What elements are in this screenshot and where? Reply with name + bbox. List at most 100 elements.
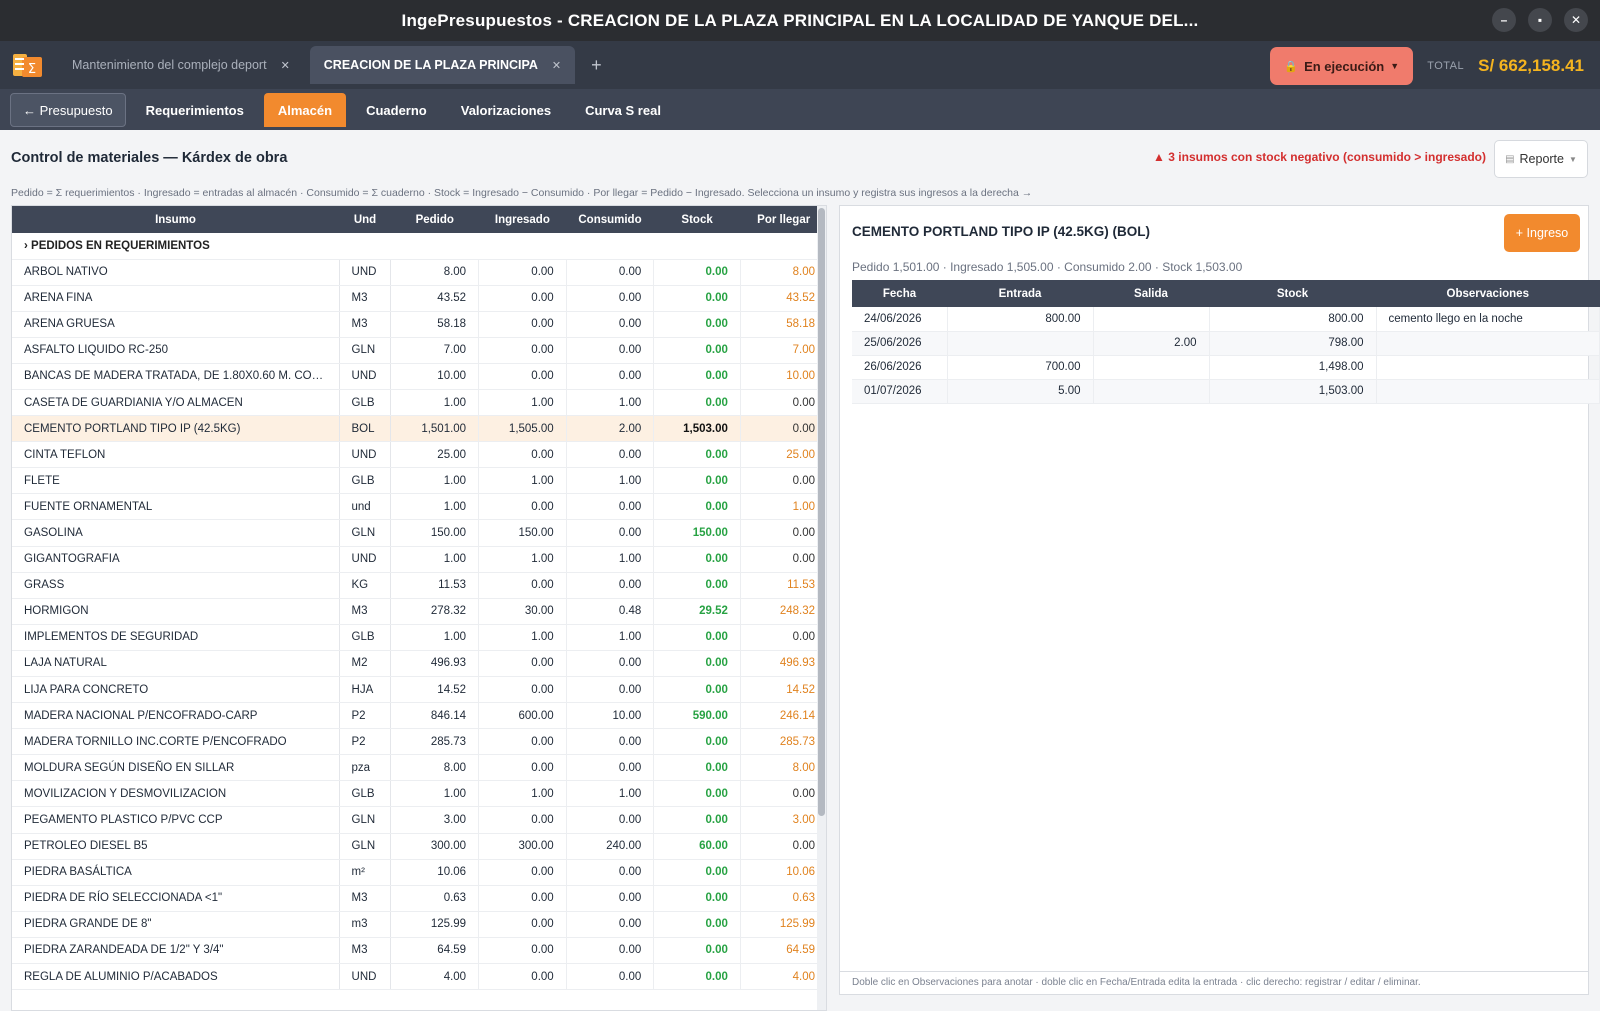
material-por-llegar: 0.00	[739, 389, 826, 417]
kardex-entrada[interactable]: 5.00	[947, 379, 1094, 404]
material-pedido: 14.52	[390, 676, 479, 704]
col-und[interactable]: Und	[339, 206, 391, 233]
col-consumido[interactable]: Consumido	[566, 206, 654, 233]
kardex-fecha[interactable]: 01/07/2026	[852, 379, 948, 404]
material-row[interactable]: LIJA PARA CONCRETO HJA 14.52 0.00 0.00 0.00 14…	[12, 676, 826, 704]
kardex-entrada[interactable]	[947, 331, 1094, 356]
tab-close-icon[interactable]: ✕	[552, 59, 561, 72]
material-row[interactable]: GASOLINA GLN 150.00 150.00 0.00 150.00 0.00	[12, 519, 826, 547]
material-row[interactable]: FLETE GLB 1.00 1.00 1.00 0.00 0.00	[12, 467, 826, 495]
kardex-observacion[interactable]: cemento llego en la noche	[1376, 307, 1600, 332]
material-row[interactable]: MOVILIZACION Y DESMOVILIZACION GLB 1.00 1.0…	[12, 780, 826, 808]
material-ingresado: 1.00	[478, 780, 567, 808]
material-stock: 0.00	[653, 911, 741, 938]
material-pedido: 4.00	[390, 963, 479, 991]
col-insumo[interactable]: Insumo	[12, 206, 340, 233]
material-row[interactable]: CINTA TEFLON UND 25.00 0.00 0.00 0.00 25.00	[12, 441, 826, 469]
material-row[interactable]: ARENA FINA M3 43.52 0.00 0.00 0.00 43.52	[12, 285, 826, 312]
material-row[interactable]: PETROLEO DIESEL B5 GLN 300.00 300.00 240.00 6…	[12, 833, 826, 860]
material-row[interactable]: CEMENTO PORTLAND TIPO IP (42.5KG) BOL 1,50…	[12, 415, 826, 443]
doc-tab-plaza[interactable]: CREACION DE LA PLAZA PRINCIPA ✕	[309, 46, 576, 84]
material-row[interactable]: IMPLEMENTOS DE SEGURIDAD GLB 1.00 1.00 1.00 0…	[12, 624, 826, 651]
kardex-salida[interactable]	[1093, 355, 1210, 380]
tab-cuaderno[interactable]: Cuaderno	[352, 93, 441, 127]
add-tab-icon[interactable]: +	[591, 55, 602, 76]
material-row[interactable]: GRASS KG 11.53 0.00 0.00 0.00 11.53	[12, 572, 826, 599]
kardex-stock[interactable]: 1,503.00	[1209, 379, 1377, 404]
material-row[interactable]: BANCAS DE MADERA TRATADA, DE 1.80X0.60 M…	[12, 363, 826, 390]
material-row[interactable]: MADERA NACIONAL P/ENCOFRADO-CARP P2 846.14…	[12, 702, 826, 730]
kardex-fecha[interactable]: 25/06/2026	[852, 331, 948, 356]
status-dropdown[interactable]: 🔒 En ejecución ▼	[1270, 47, 1414, 85]
scrollbar[interactable]	[817, 206, 826, 1010]
report-button[interactable]: ▤ Reporte ▼	[1494, 140, 1588, 178]
tab-close-icon[interactable]: ✕	[281, 59, 290, 72]
tab-valorizaciones[interactable]: Valorizaciones	[447, 93, 565, 127]
tab-requerimientos[interactable]: Requerimientos	[132, 93, 258, 127]
material-ingresado: 0.00	[478, 911, 567, 938]
material-consumido: 0.00	[565, 285, 654, 312]
material-row[interactable]: REGLA DE ALUMINIO P/ACABADOS UND 4.00 0.00 0…	[12, 963, 826, 991]
material-row[interactable]: PIEDRA BASÁLTICA m² 10.06 0.00 0.00 0.00 10.06	[12, 859, 826, 886]
kardex-salida[interactable]	[1093, 379, 1210, 404]
kardex-row[interactable]: 24/06/2026 800.00 800.00 cemento llego en l…	[852, 307, 1600, 332]
material-row[interactable]: MADERA TORNILLO INC.CORTE P/ENCOFRADO P2 2…	[12, 728, 826, 756]
col-por-llegar[interactable]: Por llegar	[740, 206, 826, 233]
col-ingresado[interactable]: Ingresado	[478, 206, 567, 233]
material-row[interactable]: PEGAMENTO PLASTICO P/PVC CCP GLN 3.00 0.00 0…	[12, 806, 826, 834]
material-ingresado: 0.00	[478, 259, 567, 286]
material-row[interactable]: GIGANTOGRAFIA UND 1.00 1.00 1.00 0.00 0.00	[12, 546, 826, 573]
kardex-observacion[interactable]	[1376, 355, 1600, 380]
tab-curva-s-real[interactable]: Curva S real	[571, 93, 675, 127]
material-row[interactable]: PIEDRA ZARANDEADA DE 1/2" Y 3/4" M3 64.59 0…	[12, 937, 826, 965]
material-ingresado: 0.00	[478, 493, 567, 521]
kardex-observacion[interactable]	[1376, 379, 1600, 404]
kardex-row[interactable]: 26/06/2026 700.00 1,498.00	[852, 355, 1600, 380]
material-row[interactable]: HORMIGON M3 278.32 30.00 0.48 29.52 248.32	[12, 598, 826, 625]
col-pedido[interactable]: Pedido	[390, 206, 479, 233]
kardex-row[interactable]: 01/07/2026 5.00 1,503.00	[852, 379, 1600, 404]
kardex-observacion[interactable]	[1376, 331, 1600, 356]
material-por-llegar: 8.00	[739, 259, 826, 286]
doc-tab-mantenimiento[interactable]: Mantenimiento del complejo deport ✕	[58, 46, 304, 84]
material-unit: und	[338, 493, 392, 521]
material-consumido: 1.00	[565, 780, 654, 808]
maximize-icon[interactable]: ▪	[1528, 8, 1552, 32]
material-row[interactable]: PIEDRA GRANDE DE 8" m3 125.99 0.00 0.00 0.00 1…	[12, 911, 826, 938]
kardex-fecha[interactable]: 26/06/2026	[852, 355, 948, 380]
kardex-salida[interactable]: 2.00	[1093, 331, 1210, 356]
material-unit: P2	[338, 728, 392, 756]
tab-almacen[interactable]: Almacén	[263, 93, 347, 127]
material-stock: 0.00	[653, 806, 741, 834]
scrollbar-thumb[interactable]	[818, 208, 825, 816]
material-row[interactable]: ARENA GRUESA M3 58.18 0.00 0.00 0.00 58.18	[12, 311, 826, 338]
group-row[interactable]: › PEDIDOS EN REQUERIMIENTOS	[12, 233, 826, 260]
material-row[interactable]: CASETA DE GUARDIANIA Y/O ALMACEN GLB 1.00 1…	[12, 389, 826, 417]
kardex-panel: CEMENTO PORTLAND TIPO IP (42.5KG) (BOL) …	[839, 205, 1600, 995]
material-row[interactable]: ARBOL NATIVO UND 8.00 0.00 0.00 0.00 8.00	[12, 259, 826, 286]
kardex-stock[interactable]: 1,498.00	[1209, 355, 1377, 380]
add-ingreso-button[interactable]: + Ingreso	[1504, 214, 1580, 252]
kardex-stock[interactable]: 800.00	[1209, 307, 1377, 332]
kardex-salida[interactable]	[1093, 307, 1210, 332]
panel-splitter[interactable]	[827, 205, 839, 1011]
material-row[interactable]: FUENTE ORNAMENTAL und 1.00 0.00 0.00 0.00 1.00	[12, 493, 826, 521]
material-ingresado: 1,505.00	[478, 415, 567, 443]
material-unit: m²	[338, 859, 392, 886]
kardex-entrada[interactable]: 700.00	[947, 355, 1094, 380]
back-to-presupuesto-button[interactable]: ← Presupuesto	[10, 93, 126, 127]
col-stock[interactable]: Stock	[653, 206, 741, 233]
kardex-row[interactable]: 25/06/2026 2.00 798.00	[852, 331, 1600, 356]
material-stock: 0.00	[653, 285, 741, 312]
minimize-icon[interactable]: –	[1492, 8, 1516, 32]
kardex-entrada[interactable]: 800.00	[947, 307, 1094, 332]
material-ingresado: 1.00	[478, 389, 567, 417]
kardex-stock[interactable]: 798.00	[1209, 331, 1377, 356]
material-row[interactable]: LAJA NATURAL M2 496.93 0.00 0.00 0.00 496.93	[12, 650, 826, 678]
material-row[interactable]: MOLDURA SEGÚN DISEÑO EN SILLAR pza 8.00 0.0…	[12, 754, 826, 782]
close-window-icon[interactable]: ✕	[1564, 8, 1588, 32]
content-header: Control de materiales — Kárdex de obra ▲…	[0, 130, 1600, 186]
material-row[interactable]: ASFALTO LIQUIDO RC-250 GLN 7.00 0.00 0.00 0.0…	[12, 337, 826, 364]
material-row[interactable]: PIEDRA DE RÍO SELECCIONADA <1" M3 0.63 0.00…	[12, 885, 826, 912]
kardex-fecha[interactable]: 24/06/2026	[852, 307, 948, 332]
